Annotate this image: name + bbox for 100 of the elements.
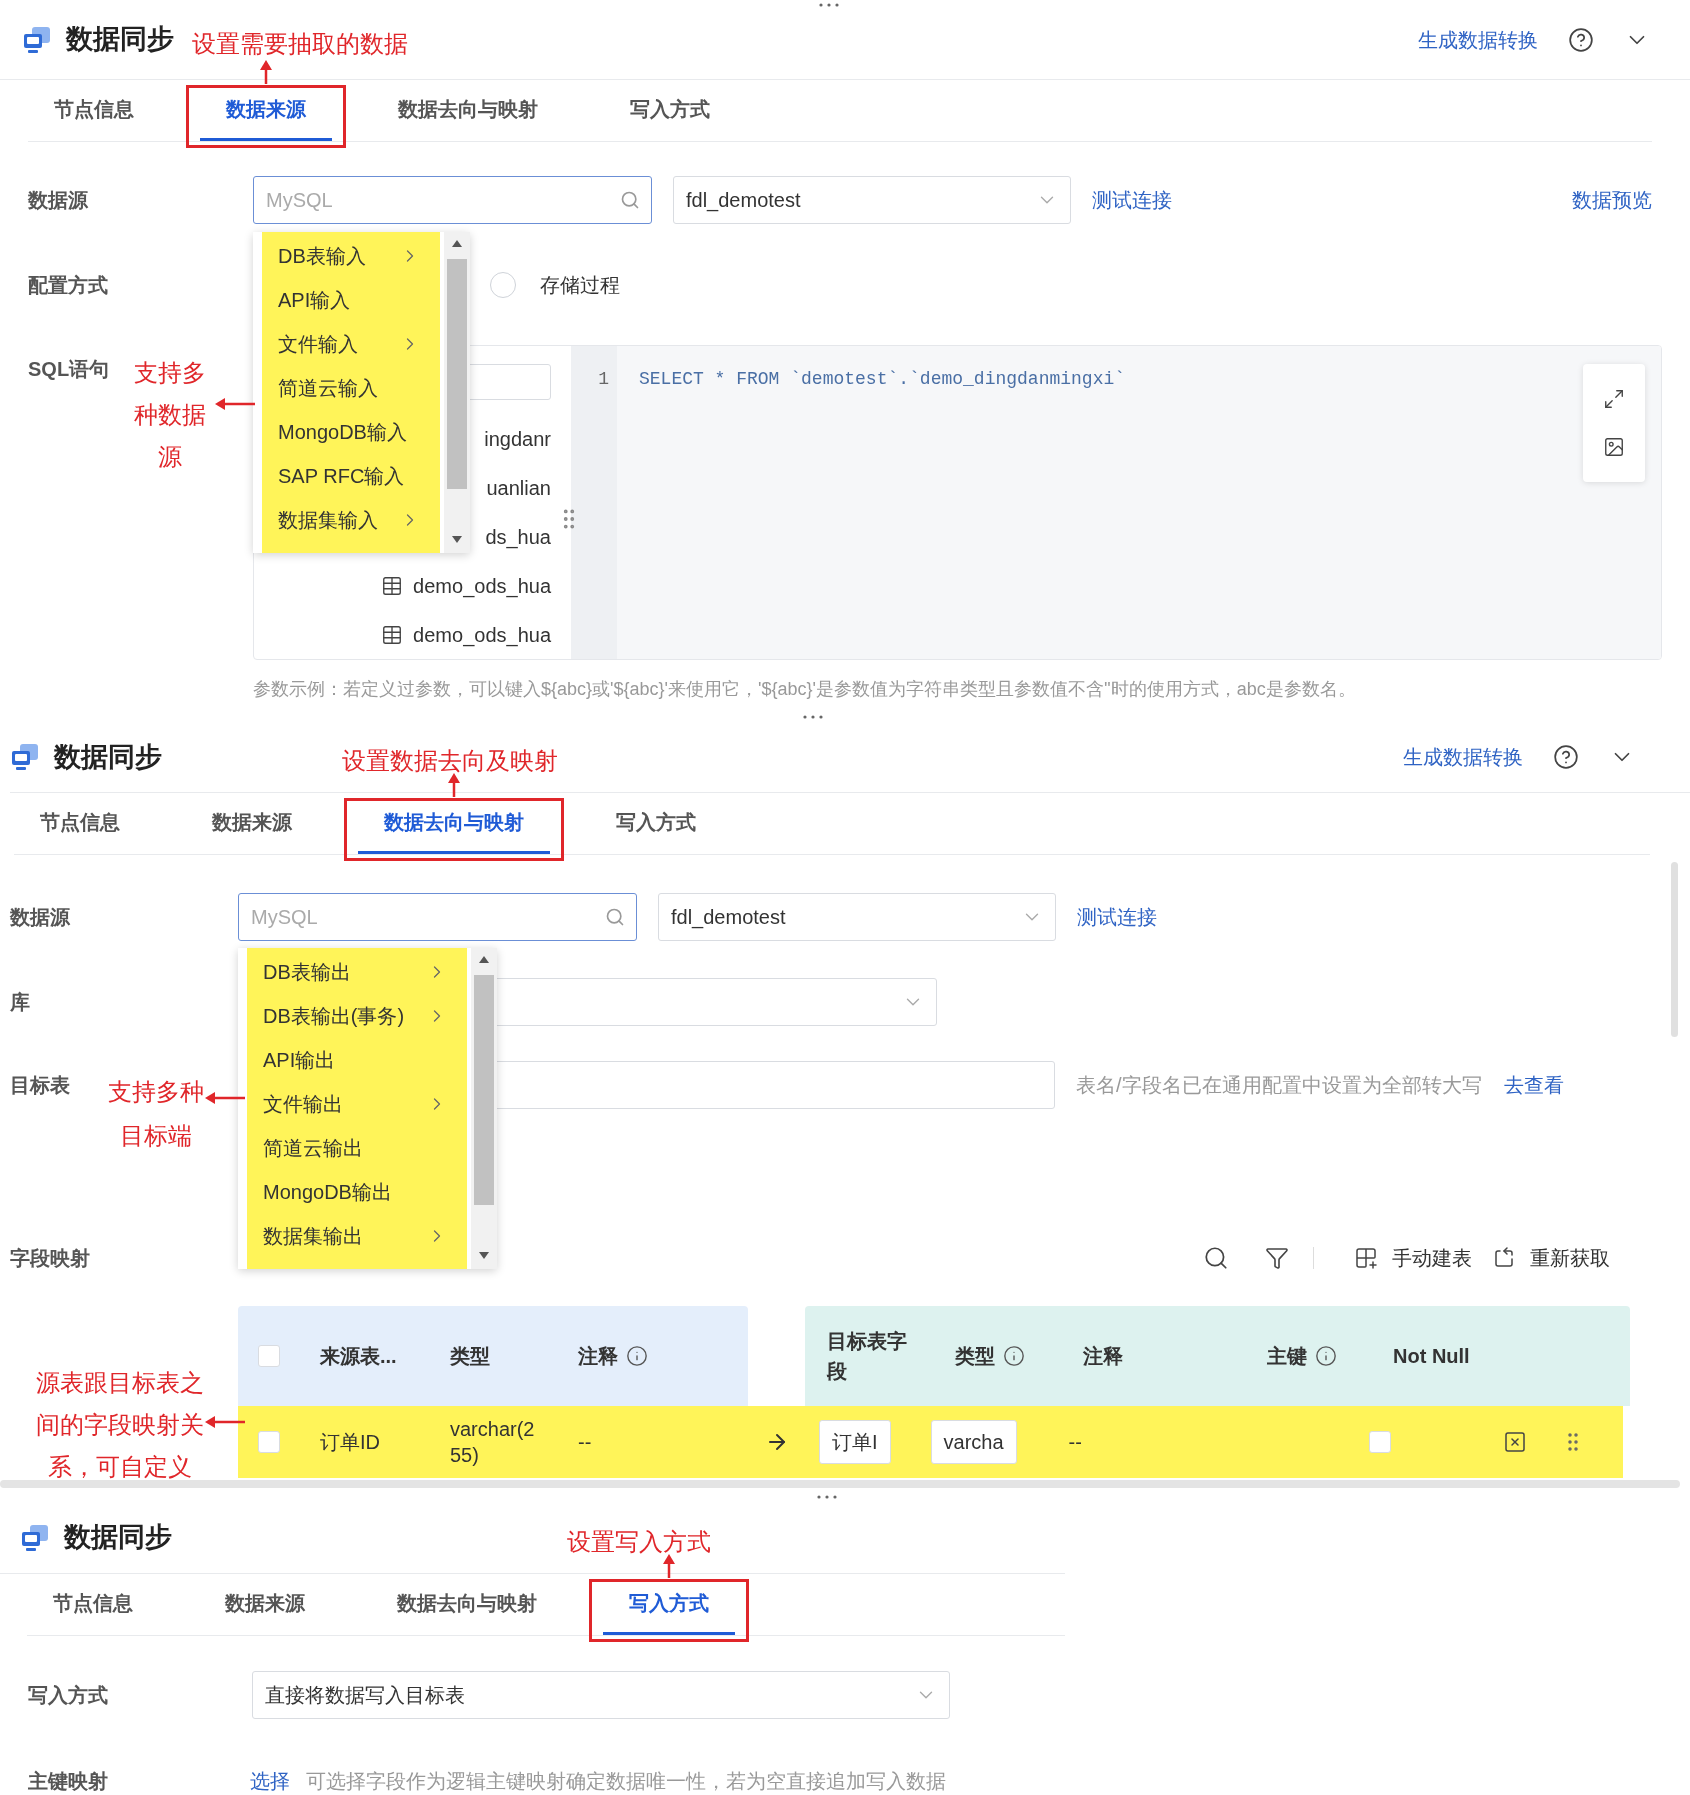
checkbox[interactable]: [1368, 1431, 1391, 1453]
table-cell-text: varchar(255): [450, 1417, 536, 1468]
menu-item[interactable]: SAP RFC输入: [262, 454, 440, 498]
select-link[interactable]: 选择: [250, 1766, 290, 1795]
delete-icon[interactable]: [1502, 1430, 1527, 1454]
toolbar-button[interactable]: 手动建表: [1354, 1243, 1472, 1273]
field-label: 配置方式: [28, 273, 108, 298]
image-icon[interactable]: [1603, 436, 1625, 458]
menu-item[interactable]: DB表输出(事务): [247, 994, 467, 1038]
checkbox[interactable]: [258, 1345, 280, 1367]
menu-item[interactable]: 简道云输入: [262, 366, 440, 410]
annotation-text: 设置数据去向及映射: [342, 747, 558, 775]
ellipsis-icon[interactable]: [816, 1494, 838, 1500]
input-field[interactable]: varcha: [930, 1420, 1017, 1464]
preview-link[interactable]: 数据预览: [1572, 185, 1652, 215]
column-header: 类型: [955, 1344, 995, 1369]
checkbox[interactable]: [258, 1431, 280, 1453]
tab[interactable]: 数据来源: [199, 1574, 331, 1635]
field-label: 目标表: [10, 1073, 70, 1098]
column-header: Not Null: [1393, 1344, 1470, 1369]
tab[interactable]: 节点信息: [28, 80, 160, 141]
scrollbar[interactable]: [444, 232, 470, 553]
tab[interactable]: 数据来源: [200, 80, 332, 141]
search-field[interactable]: MySQL: [238, 893, 637, 941]
search-icon: [620, 190, 640, 210]
search-icon[interactable]: [1203, 1245, 1229, 1271]
scrollbar[interactable]: [471, 948, 497, 1269]
annotation-arrow: [205, 1416, 245, 1428]
table-name[interactable]: uanlian: [486, 472, 551, 503]
tab[interactable]: 数据来源: [186, 793, 318, 854]
menu-item[interactable]: 数据集输入: [262, 498, 440, 542]
menu-item[interactable]: 简道云输出: [247, 1126, 467, 1170]
tab[interactable]: 节点信息: [14, 793, 146, 854]
view-link[interactable]: 去查看: [1503, 1070, 1564, 1100]
table-name[interactable]: ds_hua: [485, 521, 551, 552]
field-label: 字段映射: [10, 1246, 90, 1271]
generate-link[interactable]: 生成数据转换: [1403, 742, 1523, 772]
menu-item[interactable]: DB表输出: [247, 950, 467, 994]
column-header: 主键: [1267, 1344, 1307, 1369]
annotation-text: 源表跟目标表之间的字段映射关系，可自定义: [35, 1368, 205, 1482]
select-field[interactable]: fdl_demotest: [673, 176, 1071, 224]
ellipsis-icon[interactable]: [818, 2, 840, 8]
scroll-up-icon[interactable]: [452, 240, 462, 247]
column-header: 注释: [1083, 1344, 1123, 1369]
refresh-icon: [1492, 1246, 1516, 1270]
line-number: 1: [598, 368, 609, 391]
vertical-scrollbar[interactable]: [1671, 862, 1678, 1037]
annotation-text: 支持多种目标端: [107, 1077, 205, 1151]
menu-item[interactable]: MongoDB输出: [247, 1170, 467, 1214]
column-header: 来源表...: [320, 1344, 397, 1369]
toolbar-button[interactable]: 重新获取: [1492, 1243, 1610, 1273]
search-field[interactable]: MySQL: [253, 176, 652, 224]
monitor-icon: [22, 25, 52, 54]
tab[interactable]: 数据去向与映射: [371, 1574, 563, 1635]
table-name[interactable]: ingdanr: [484, 423, 551, 454]
field-label: 数据源: [10, 905, 70, 930]
menu-item[interactable]: DB表输入: [262, 234, 440, 278]
monitor-icon: [20, 1523, 50, 1552]
menu-item[interactable]: 文件输入: [262, 322, 440, 366]
tab[interactable]: 数据去向与映射: [372, 80, 564, 141]
tab[interactable]: 数据去向与映射: [358, 793, 550, 854]
menu-item[interactable]: 文件输出: [247, 1082, 467, 1126]
tab[interactable]: 写入方式: [603, 1574, 735, 1635]
monitor-icon: [10, 743, 40, 771]
annotation-text: 支持多种数据源: [133, 358, 207, 472]
table-name[interactable]: demo_ods_hua: [413, 619, 551, 650]
filter-icon[interactable]: [1265, 1246, 1289, 1270]
help-icon[interactable]: [1553, 744, 1579, 770]
expand-icon[interactable]: [1603, 388, 1625, 410]
test-connection-link[interactable]: 测试连接: [1092, 185, 1172, 215]
info-icon: [1315, 1345, 1337, 1367]
generate-link[interactable]: 生成数据转换: [1418, 24, 1538, 55]
input-field[interactable]: 订单I: [819, 1420, 891, 1464]
radio-button[interactable]: [490, 272, 516, 298]
panel-title: 数据同步: [66, 23, 174, 57]
grid-plus-icon: [1354, 1246, 1378, 1270]
tab[interactable]: 写入方式: [604, 80, 736, 141]
annotation-arrow: [662, 1554, 676, 1578]
parameter-hint: 参数示例：若定义过参数，可以键入${abc}或'${abc}'来使用它，'${abc}'是参数值为字符串类型且参数值不含''时的使用方式，abc是参数名。: [253, 678, 1357, 701]
tab[interactable]: 写入方式: [590, 793, 722, 854]
select-field[interactable]: fdl_demotest: [658, 893, 1056, 941]
annotation-text: 设置需要抽取的数据: [192, 29, 408, 58]
field-label: 主键映射: [28, 1769, 108, 1794]
table-cell-text: --: [1068, 1430, 1083, 1455]
menu-item[interactable]: API输出: [247, 1038, 467, 1082]
scroll-down-icon[interactable]: [452, 536, 462, 543]
column-header: 类型: [450, 1344, 490, 1369]
menu-item[interactable]: API输入: [262, 278, 440, 322]
tab[interactable]: 节点信息: [27, 1574, 159, 1635]
help-icon[interactable]: [1568, 26, 1594, 53]
scroll-up-icon[interactable]: [479, 956, 489, 963]
horizontal-scrollbar[interactable]: [0, 1480, 1680, 1488]
table-name[interactable]: demo_ods_hua: [413, 570, 551, 601]
select-field[interactable]: 直接将数据写入目标表: [252, 1671, 950, 1719]
test-connection-link[interactable]: 测试连接: [1077, 902, 1157, 932]
menu-item[interactable]: MongoDB输入: [262, 410, 440, 454]
ellipsis-icon[interactable]: [802, 714, 824, 720]
scroll-down-icon[interactable]: [479, 1252, 489, 1259]
annotation-arrow: [205, 1092, 245, 1104]
menu-item[interactable]: 数据集输出: [247, 1214, 467, 1258]
